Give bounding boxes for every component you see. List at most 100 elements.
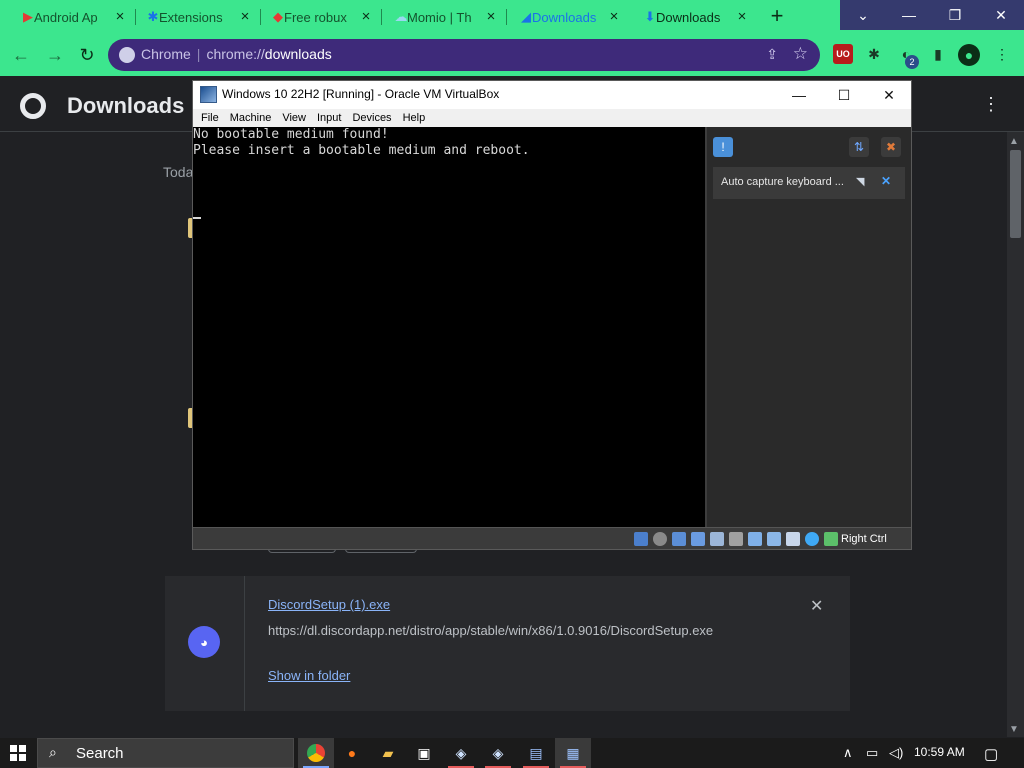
hard-disk-icon[interactable] [634,532,648,546]
vb-maximize-button[interactable]: ☐ [829,84,859,106]
taskbar-clock[interactable]: 10:59 AM [914,745,965,759]
virtualbox-statusbar: Right Ctrl [193,527,911,549]
address-text: Chrome | chrome://downloads [141,46,332,62]
vm-window-taskbar-icon[interactable]: ▤ [518,738,554,768]
shared-folders-icon[interactable] [729,532,743,546]
tab-label: Momio | Th [407,9,472,25]
recording-icon[interactable] [767,532,781,546]
tab-search-button[interactable]: ⌄ [840,0,886,30]
virtualization-icon[interactable] [786,532,800,546]
host-key-label: Right Ctrl [841,533,887,545]
puzzle-icon: ✱ [147,9,159,24]
menu-input[interactable]: Input [317,112,341,124]
chrome-logo-icon [20,93,46,119]
clear-notifications-icon[interactable]: ✖ [881,137,901,157]
search-icon: ⌕ [49,744,57,760]
download-site-icon: ◢ [521,9,531,24]
menu-devices[interactable]: Devices [352,112,391,124]
tab-downloads-site[interactable]: ◢ Downloads × [510,0,630,34]
help-icon[interactable]: ◥ [856,175,864,188]
close-tab-icon[interactable]: × [734,9,750,25]
tab-free-robux[interactable]: ◆ Free robux × [262,0,382,34]
network-tray-icon[interactable]: ▭ [866,745,878,761]
close-tab-icon[interactable]: × [606,9,622,25]
tab-extensions[interactable]: ✱ Extensions × [137,0,261,34]
store-icon[interactable]: ▣ [406,738,442,768]
address-bar[interactable]: Chrome | chrome://downloads ⇪ ☆ [108,39,820,71]
show-in-folder-link[interactable]: Show in folder [268,668,350,683]
sort-icon[interactable]: ⇅ [849,137,869,157]
mouse-integration-icon[interactable] [805,532,819,546]
volume-icon[interactable]: ◁) [889,745,903,761]
close-notice-icon[interactable]: ✕ [881,174,891,188]
windows-start-icon[interactable] [10,745,26,761]
tab-momio[interactable]: ☁ Momio | Th × [385,0,507,34]
vm-console-text: No bootable medium found! Please insert a… [193,127,530,158]
close-tab-icon[interactable]: × [237,9,253,25]
notifications-icon[interactable]: ▢ [984,745,998,763]
close-tab-icon[interactable]: × [483,9,499,25]
firefox-taskbar-icon[interactable]: ● [334,738,370,768]
notification-center-icon[interactable]: ! [713,137,733,157]
page-title: Downloads [67,93,185,118]
extensions-puzzle-icon[interactable]: ✱ [864,44,884,64]
menu-machine[interactable]: Machine [230,112,272,124]
vb-minimize-button[interactable]: — [784,84,814,106]
network-icon[interactable] [691,532,705,546]
cloud-icon: ☁ [394,9,408,24]
usb-icon[interactable] [710,532,724,546]
vm-display[interactable]: No bootable medium found! Please insert a… [193,127,705,527]
vb-close-button[interactable]: ✕ [874,84,904,106]
restore-button[interactable]: ❐ [932,0,978,30]
display-icon[interactable] [748,532,762,546]
scroll-down-icon[interactable]: ▼ [1009,724,1019,735]
notification-center: ! ⇅ ✖ Auto capture keyboard ... ◥ ✕ [705,127,911,527]
virtualbox-menubar: File Machine View Input Devices Help [193,109,911,127]
scroll-up-icon[interactable]: ▲ [1009,136,1019,147]
minimize-button[interactable]: — [886,0,932,30]
notice-text: Auto capture keyboard ... [721,176,844,188]
vm-running-taskbar-icon[interactable]: ▦ [555,738,591,768]
share-icon[interactable]: ⇪ [766,46,778,63]
menu-file[interactable]: File [201,112,219,124]
close-tab-icon[interactable]: × [112,9,128,25]
taskbar-search-placeholder: Search [76,745,124,762]
ublock-icon[interactable]: UO [833,44,853,64]
side-panel-icon[interactable]: ▮ [928,44,948,64]
virtualbox-taskbar-icon-2[interactable]: ◈ [480,738,516,768]
virtualbox-titlebar[interactable]: Windows 10 22H2 [Running] - Oracle VM Vi… [193,81,911,109]
tab-label: Free robux [284,9,347,25]
virtualbox-window: Windows 10 22H2 [Running] - Oracle VM Vi… [192,80,912,550]
bookmark-star-icon[interactable]: ☆ [793,44,808,64]
back-button[interactable]: ← [8,42,34,68]
chrome-menu-icon[interactable]: ⋮ [992,44,1012,64]
new-tab-button[interactable]: + [765,5,789,29]
tab-label: Downloads [532,9,597,25]
chrome-taskbar-icon[interactable] [298,738,334,768]
extension-badge: 2 [905,55,919,69]
close-tab-icon[interactable]: × [358,9,374,25]
menu-view[interactable]: View [282,112,306,124]
forward-button[interactable]: → [42,42,68,68]
remove-download-icon[interactable]: ✕ [810,596,823,616]
chrome-site-icon [119,47,135,63]
tab-android-apps[interactable]: ▶ Android Ap × [12,0,136,34]
tab-strip: ▶ Android Ap × ✱ Extensions × ◆ Free rob… [0,0,1024,34]
page-menu-icon[interactable]: ⋮ [982,94,1000,115]
download-filename-link[interactable]: DiscordSetup (1).exe [268,597,390,612]
scrollbar-thumb[interactable] [1010,150,1021,238]
optical-drive-icon[interactable] [653,532,667,546]
tab-label: Android Ap [34,9,98,25]
show-hidden-icons[interactable]: ∧ [843,745,853,761]
audio-icon[interactable] [672,532,686,546]
tab-downloads-active[interactable]: ⬇ Downloads × [634,0,758,34]
profile-avatar-icon[interactable]: ● [958,44,980,66]
file-explorer-icon[interactable]: ▰ [370,738,406,768]
keyboard-capture-icon[interactable] [824,532,838,546]
virtualbox-taskbar-icon[interactable]: ◈ [443,738,479,768]
tab-label: Extensions [159,9,223,25]
reload-button[interactable]: ↻ [74,42,100,68]
menu-help[interactable]: Help [403,112,426,124]
download-icon: ⬇ [644,9,656,24]
close-window-button[interactable]: ✕ [978,0,1024,30]
